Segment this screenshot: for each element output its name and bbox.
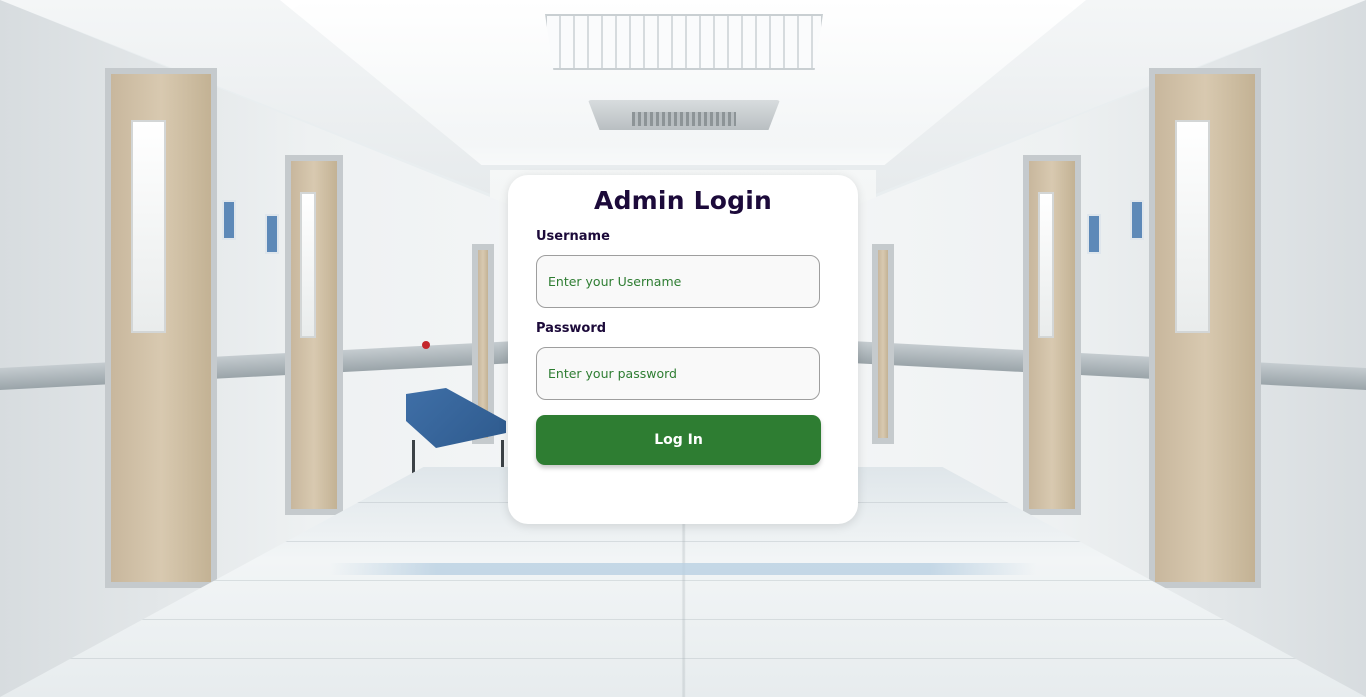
fire-alarm [422,341,430,349]
username-label: Username [536,229,610,244]
password-label: Password [536,321,607,336]
username-input[interactable] [536,255,820,308]
corridor-door [105,68,217,588]
floor-stripe [330,563,1036,575]
ac-vent [632,112,736,126]
wall-sign [265,214,279,254]
login-button[interactable]: Log In [536,415,821,465]
wall-sign [222,200,236,240]
corridor-door [1023,155,1081,515]
corridor-door [872,244,894,444]
wall-sign [1087,214,1101,254]
login-card: Admin Login Username Password Log In [508,175,858,524]
corridor-door [285,155,343,515]
corridor-door [1149,68,1261,588]
login-title: Admin Login [594,186,772,215]
ceiling-light-panel [545,14,823,70]
wall-sign [1130,200,1144,240]
password-input[interactable] [536,347,820,400]
